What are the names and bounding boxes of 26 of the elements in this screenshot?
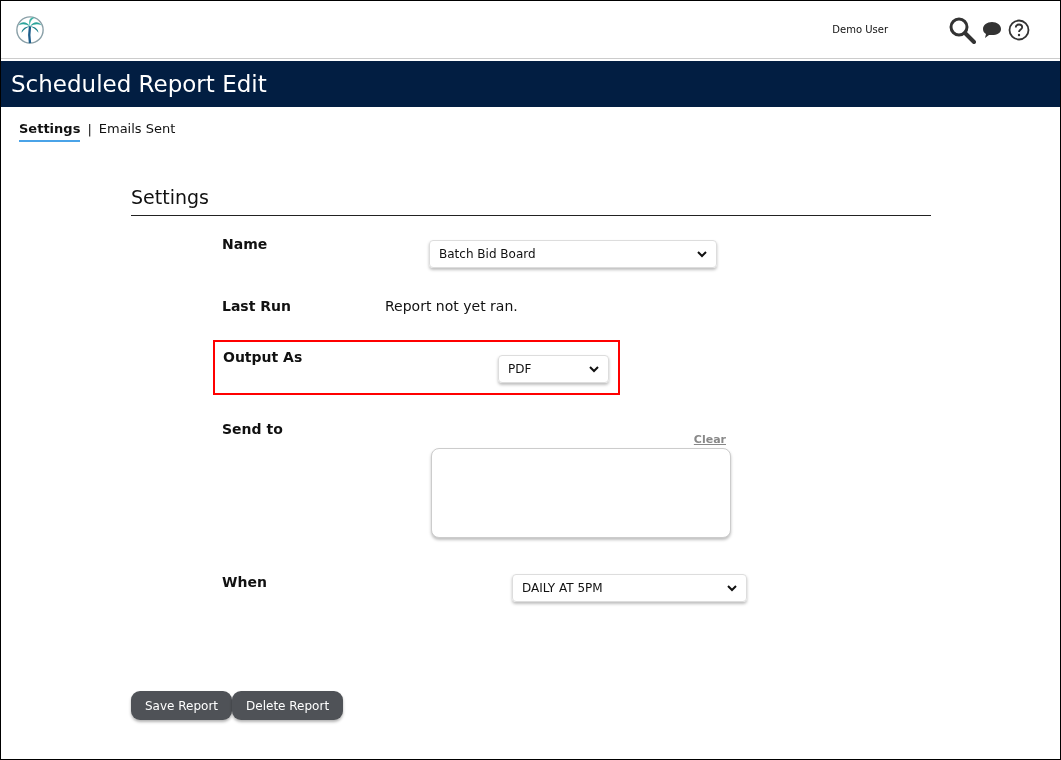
chevron-down-icon — [727, 584, 737, 592]
tab[interactable]: Settings — [19, 121, 81, 142]
dropdown[interactable]: PDF — [498, 355, 609, 383]
chevron-down-icon — [589, 365, 599, 373]
report-button[interactable]: Save Report — [131, 691, 233, 720]
field-label: Send to — [222, 421, 284, 437]
tab-separator: | — [87, 122, 92, 137]
chevron-down-icon — [697, 250, 707, 258]
dropdown[interactable]: Batch Bid Board — [429, 240, 717, 268]
field-label: Output As — [223, 349, 304, 365]
palm-tree-logo[interactable] — [15, 14, 45, 45]
help-icon[interactable] — [1008, 18, 1030, 41]
field-label: When — [222, 574, 268, 590]
user-name[interactable]: Demo User — [832, 24, 888, 35]
tab[interactable]: Emails Sent — [98, 121, 176, 142]
clear-link[interactable]: Clear — [693, 433, 726, 446]
dropdown[interactable]: DAILY AT 5PM — [512, 574, 747, 602]
page-title: Scheduled Report Edit — [11, 71, 267, 97]
field-label: Name — [222, 236, 269, 252]
section-title: Settings — [131, 186, 931, 216]
speech-bubble-icon[interactable] — [982, 20, 1002, 39]
field-label: Last Run — [222, 298, 292, 314]
report-button[interactable]: Delete Report — [232, 691, 344, 720]
field-value: Report not yet ran. — [385, 298, 518, 314]
search-icon[interactable] — [948, 15, 976, 44]
recipients-field[interactable] — [431, 448, 731, 538]
